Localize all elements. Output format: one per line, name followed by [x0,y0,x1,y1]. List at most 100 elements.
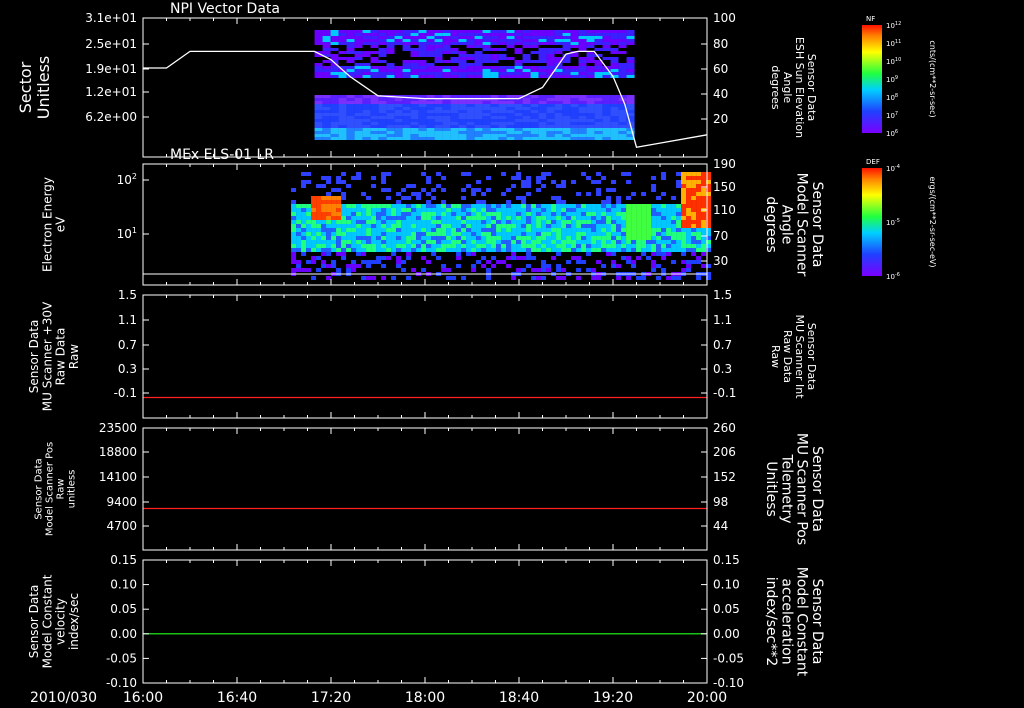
spectrogram-cell [416,240,422,244]
spectrogram-cell [341,204,347,208]
spectrogram-cell [686,200,692,204]
spectrogram-cell [338,51,347,54]
y-tick-label: 101 [117,226,137,241]
spectrogram-cell [498,119,507,122]
spectrogram-cell [466,66,475,69]
spectrogram-cell [618,122,627,125]
spectrogram-cell [538,42,547,45]
spectrogram-cell [418,60,427,63]
spectrogram-cell [626,256,632,260]
spectrogram-cell [531,244,537,248]
spectrogram-cell [514,122,523,125]
spectrogram-cell [686,192,692,196]
spectrogram-cell [490,134,499,137]
spectrogram-cell [311,228,317,232]
spectrogram-cell [570,131,579,134]
spectrogram-cell [651,204,657,208]
spectrogram-cell [530,119,539,122]
spectrogram-cell [450,107,459,110]
spectrogram-cell [661,240,667,244]
spectrogram-cell [526,220,532,224]
spectrogram-cell [394,36,403,39]
spectrogram-cell [516,248,522,252]
spectrogram-cell [306,224,312,228]
spectrogram-cell [514,51,523,54]
spectrogram-cell [441,236,447,240]
spectrogram-cell [476,220,482,224]
spectrogram-cell [656,232,662,236]
spectrogram-cell [486,228,492,232]
spectrogram-cell [458,128,467,131]
spectrogram-cell [616,220,622,224]
spectrogram-cell [381,276,387,280]
spectrogram-cell [686,224,692,228]
spectrogram-cell [538,51,547,54]
spectrogram-cell [434,60,443,63]
spectrogram-cell [356,264,362,268]
spectrogram-cell [482,33,491,36]
spectrogram-cell [591,240,597,244]
spectrogram-cell [346,113,355,116]
spectrogram-cell [366,208,372,212]
spectrogram-cell [562,134,571,137]
y-tick-label: 102 [117,172,137,187]
spectrogram-cell [482,122,491,125]
spectrogram-cell [442,45,451,48]
spectrogram-cell [326,176,332,180]
spectrogram-cell [371,204,377,208]
spectrogram-cell [526,184,532,188]
spectrogram-cell [474,104,483,107]
spectrogram-cell [362,119,371,122]
spectrogram-cell [530,113,539,116]
spectrogram-cell [562,30,571,33]
spectrogram-cell [421,220,427,224]
spectrogram-cell [561,228,567,232]
spectrogram-cell [474,33,483,36]
spectrogram-cell [626,172,632,176]
spectrogram-cell [426,116,435,119]
spectrogram-cell [322,42,331,45]
spectrogram-cell [530,134,539,137]
spectrogram-cell [530,98,539,101]
spectrogram-cell [541,176,547,180]
spectrogram-cell [631,260,637,264]
spectrogram-cell [466,240,472,244]
spectrogram-cell [554,104,563,107]
spectrogram-cell [521,256,527,260]
spectrogram-cell [531,268,537,272]
y-tick-label: 0.3 [713,362,732,376]
spectrogram-cell [442,75,451,78]
y-tick-label: 0.7 [713,338,732,352]
spectrogram-cell [626,212,632,216]
spectrogram-cell [471,204,477,208]
spectrogram-cell [696,172,702,176]
spectrogram-cell [554,42,563,45]
spectrogram-cell [530,39,539,42]
spectrogram-cell [356,212,362,216]
spectrogram-cell [602,116,611,119]
spectrogram-cell [526,248,532,252]
spectrogram-cell [406,204,412,208]
spectrogram-cell [386,228,392,232]
spectrogram-cell [474,137,483,140]
spectrogram-cell [471,240,477,244]
spectrogram-cell [586,232,592,236]
spectrogram-cell [394,104,403,107]
spectrogram-cell [314,113,323,116]
spectrogram-cell [314,30,323,33]
spectrogram-cell [641,212,647,216]
spectrogram-cell [616,244,622,248]
spectrogram-cell [466,208,472,212]
spectrogram-cell [514,69,523,72]
spectrogram-cell [570,101,579,104]
spectrogram-cell [481,236,487,240]
spectrogram-cell [516,216,522,220]
spectrogram-cell [531,208,537,212]
left-axis-label: Sensor DataMU Scanner +30VRaw DataRaw [27,301,81,411]
spectrogram-cell [402,119,411,122]
spectrogram-cell [536,212,542,216]
spectrogram-cell [506,30,515,33]
colorbar-tick-label: 109 [886,75,898,84]
spectrogram-cell [451,208,457,212]
spectrogram-cell [426,176,432,180]
